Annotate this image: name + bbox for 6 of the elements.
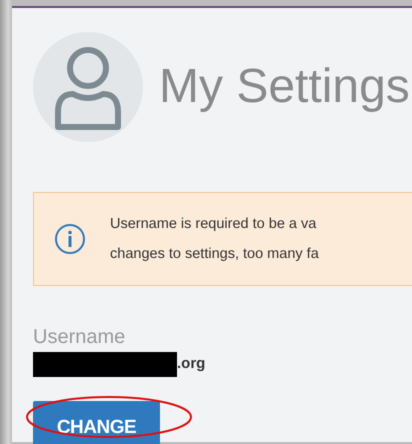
page-title: My Settings: [159, 59, 410, 115]
username-value: .org: [177, 354, 206, 374]
change-button[interactable]: CHANGE: [33, 401, 160, 444]
info-icon: [54, 223, 86, 255]
alert-message: Username is required to be a va changes to settings, too many fa: [110, 215, 319, 264]
field-label: Username: [33, 325, 126, 350]
